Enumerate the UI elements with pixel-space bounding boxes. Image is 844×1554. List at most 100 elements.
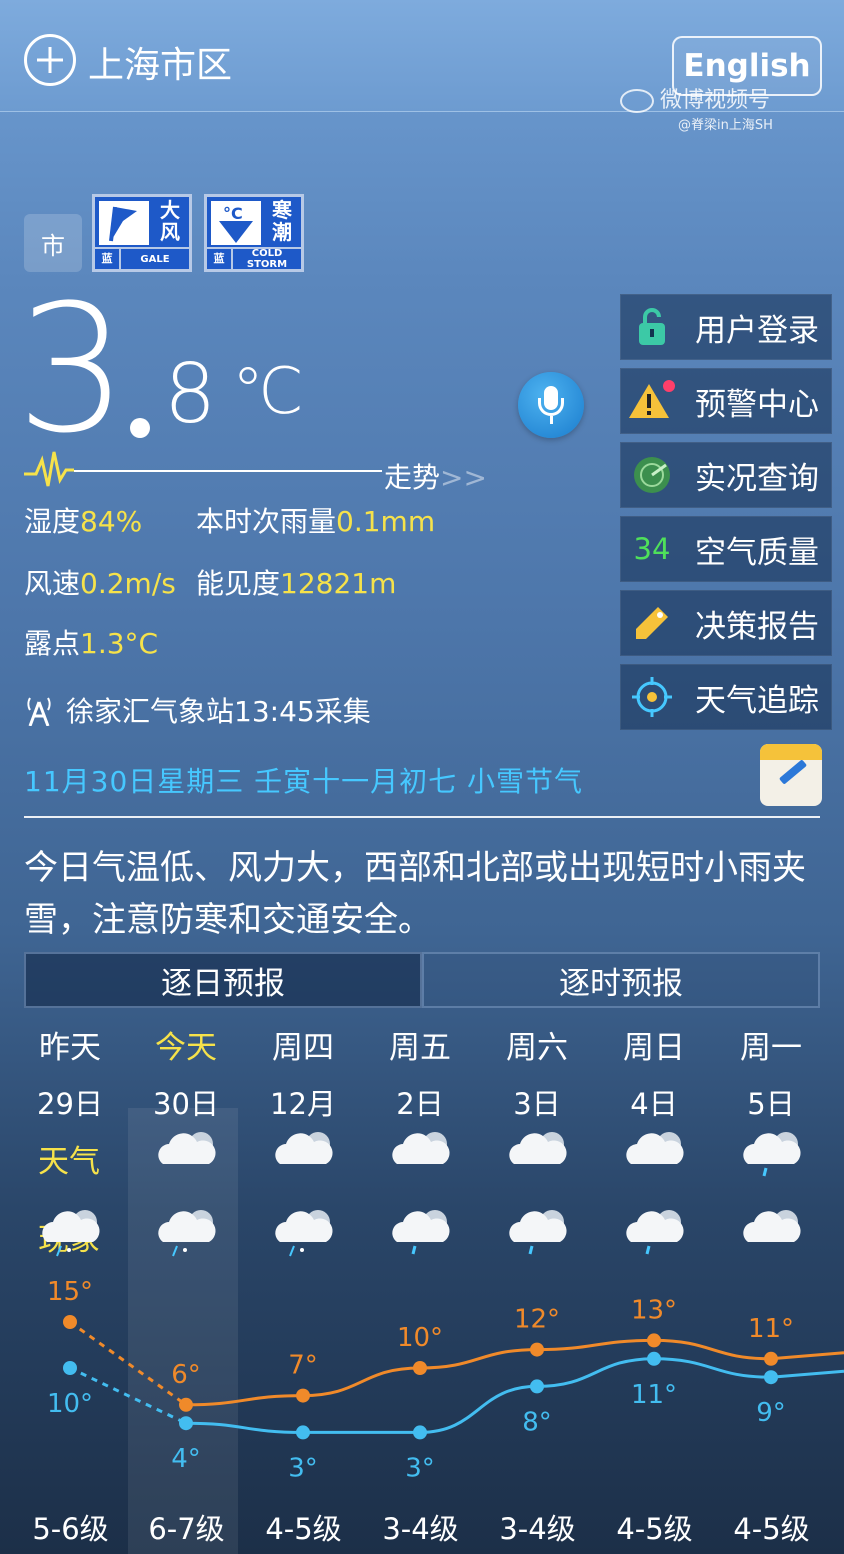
live-query-button[interactable]: 实况查询 <box>620 442 832 508</box>
rain-label: 本时次雨量 <box>196 505 337 538</box>
divider <box>24 816 820 818</box>
low-temp-point <box>63 1361 77 1375</box>
temperature-chart: 15° 6° 7° 10° 12° 13° 11° 10° 4° 3° 3° 8° 11° 9° <box>47 1277 844 1483</box>
aqi-value: 34 <box>633 532 671 566</box>
high-temp-point <box>530 1342 544 1357</box>
city-level-badge[interactable]: 市 <box>24 214 82 272</box>
humidity-value: 84% <box>80 505 143 538</box>
rain-info: 本时次雨量0.1mm <box>196 500 435 540</box>
microphone-stem <box>550 416 553 424</box>
date-line: 11月30日星期三 壬寅十一月初七 小雪节气 <box>24 765 584 798</box>
high-temp-point <box>179 1397 193 1412</box>
flag-icon <box>99 201 149 245</box>
high-temp-point <box>63 1315 77 1329</box>
low-temp-point <box>296 1425 310 1440</box>
low-temp-point <box>413 1425 427 1440</box>
gale-warning-badge[interactable]: 大风 蓝 GALE <box>92 194 192 272</box>
warning-center-button[interactable]: 预警中心 <box>620 368 832 434</box>
side-menu-label: 用户登录 <box>695 312 819 349</box>
high-temp-point <box>647 1333 661 1348</box>
tag-icon <box>621 603 683 643</box>
trend-arrows: >> <box>440 461 487 494</box>
calendar-icon[interactable] <box>760 744 822 806</box>
high-temp-label: 11° <box>748 1314 794 1344</box>
rain-value: 0.1mm <box>336 505 436 538</box>
user-login-button[interactable]: 用户登录 <box>620 294 832 360</box>
wind-value: 0.2m/s <box>80 567 176 600</box>
temperature-integer: 3 <box>16 267 128 472</box>
high-temp-point <box>296 1388 310 1403</box>
high-temp-label: 6° <box>171 1360 201 1390</box>
high-temp-label: 12° <box>514 1305 560 1335</box>
high-temp-point <box>413 1361 427 1375</box>
low-temp-label: 10° <box>47 1389 93 1419</box>
weather-tracking-button[interactable]: 天气追踪 <box>620 664 832 730</box>
side-menu-label: 决策报告 <box>695 608 819 645</box>
low-temp-label: 4° <box>171 1444 201 1474</box>
pulse-icon <box>24 451 74 487</box>
lock-icon <box>621 307 683 347</box>
city-name[interactable]: 上海市区 <box>88 36 232 88</box>
station-text: 徐家汇气象站13:45采集 <box>66 695 371 728</box>
warning-en: GALE <box>140 253 170 265</box>
humidity-info: 湿度84% <box>24 500 142 540</box>
warning-level: 蓝 <box>95 249 121 269</box>
visibility-value: 12821m <box>280 567 397 600</box>
watermark-text: 微博视频号 <box>660 88 771 113</box>
high-temp-label: 10° <box>397 1323 443 1353</box>
weibo-watermark: 微博视频号 <box>620 82 770 114</box>
air-quality-button[interactable]: 34 空气质量 <box>620 516 832 582</box>
watermark-account: @脊梁in上海SH <box>678 118 773 133</box>
wind-info: 风速0.2m/s <box>24 562 176 602</box>
low-temp-label: 3° <box>288 1453 318 1483</box>
weather-summary: 今日气温低、风力大，西部和北部或出现短时小雨夹雪，注意防寒和交通安全。 <box>24 848 806 940</box>
svg-text:°C: °C <box>223 204 243 223</box>
station-info: 徐家汇气象站13:45采集 <box>24 690 371 733</box>
visibility-info: 能见度12821m <box>196 562 396 602</box>
add-city-button[interactable] <box>24 34 76 86</box>
humidity-label: 湿度 <box>24 505 81 538</box>
warning-icon <box>621 380 683 422</box>
side-menu-label: 空气质量 <box>695 534 819 571</box>
high-temp-label: 7° <box>288 1351 318 1381</box>
weibo-logo-icon <box>620 89 654 113</box>
low-temp-label: 11° <box>631 1380 677 1410</box>
low-temp-label: 3° <box>405 1453 435 1483</box>
wind-label: 风速 <box>24 567 81 600</box>
low-temp-point <box>764 1370 778 1385</box>
high-temp-point <box>764 1351 778 1366</box>
low-temp-label: 8° <box>522 1407 552 1437</box>
side-menu-label: 预警中心 <box>695 386 819 423</box>
trend-line <box>74 470 382 472</box>
warning-level: 蓝 <box>207 249 233 269</box>
temperature-decimal-point <box>130 418 150 438</box>
visibility-label: 能见度 <box>196 567 281 600</box>
low-temp-label: 9° <box>756 1398 786 1428</box>
antenna-icon <box>24 694 54 733</box>
warning-chars: 大风 <box>160 198 180 244</box>
warning-chars: 寒潮 <box>272 198 292 244</box>
high-temp-label: 13° <box>631 1295 677 1325</box>
dew-info: 露点1.3°C <box>24 622 158 662</box>
decision-report-button[interactable]: 决策报告 <box>620 590 832 656</box>
dew-value: 1.3°C <box>80 627 159 660</box>
radar-icon <box>621 455 683 495</box>
cold-storm-warning-badge[interactable]: °C 寒潮 蓝 COLD STORM <box>204 194 304 272</box>
low-temp-point <box>647 1351 661 1366</box>
warning-en: COLD STORM <box>246 248 288 270</box>
side-menu-label: 实况查询 <box>695 460 819 497</box>
low-temp-point <box>530 1379 544 1394</box>
dew-label: 露点 <box>24 627 81 660</box>
target-icon <box>621 677 683 717</box>
trend-link[interactable]: 走势>> <box>384 456 487 496</box>
voice-button[interactable] <box>518 372 584 438</box>
temperature-unit: ℃ <box>232 355 304 429</box>
trend-label: 走势 <box>384 461 441 494</box>
side-menu-label: 天气追踪 <box>695 682 819 719</box>
low-temp-point <box>179 1416 193 1431</box>
high-temp-label: 15° <box>47 1277 93 1307</box>
microphone-arc <box>538 398 564 416</box>
thermometer-down-icon: °C <box>211 201 261 245</box>
temperature-decimal: 8 <box>164 347 217 442</box>
high-temp-curve <box>185 1338 844 1407</box>
